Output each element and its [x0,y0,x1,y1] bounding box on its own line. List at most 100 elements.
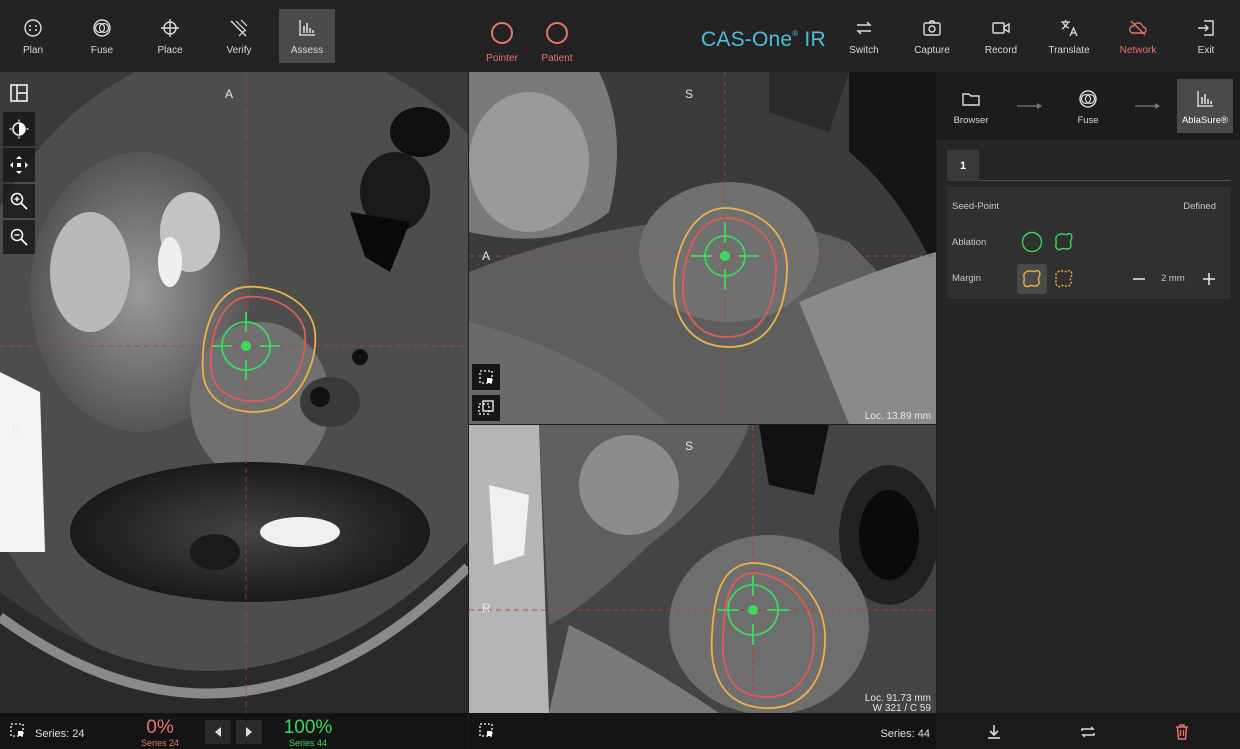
fuse-label: Fuse [90,45,114,56]
assess-chart-icon [1197,91,1213,107]
ablation-label: Ablation [952,237,987,248]
fuse-icon [1079,90,1097,108]
select-region-icon [479,723,493,737]
plan-button[interactable]: Plan [5,9,61,63]
assess-chart-icon [299,20,315,36]
trash-icon [1176,724,1188,740]
margin-increase-button[interactable] [1199,269,1219,289]
panel-footer [937,713,1240,749]
plus-icon [1203,273,1215,285]
translate-button[interactable]: Translate [1041,9,1097,63]
plan-icon [24,19,42,37]
workflow-fuse-button[interactable]: Fuse [1060,79,1116,133]
contour-dashed-icon [1055,269,1073,288]
fusion-next-button[interactable] [236,720,262,744]
brand-name: CAS-One [701,28,793,51]
pointer-button[interactable]: Pointer [472,22,532,64]
sagittal-orientation-left: A [482,249,491,263]
patient-status-icon [546,22,568,44]
assess-label: Assess [290,45,324,56]
repeat-button[interactable] [1077,721,1099,743]
axial-viewport[interactable]: A R [0,72,468,713]
workflow-arrow-icon [1135,103,1160,109]
workflow-ablasure-button[interactable]: AblaSure® [1177,79,1233,133]
network-button[interactable]: Network [1110,9,1166,63]
ablasure-panel: Browser Fuse AblaSure® 1 Seed-Point Defi… [937,72,1240,749]
capture-label: Capture [914,45,950,56]
fusion-left-percentage: 0% Series 24 [125,718,195,749]
zoom-out-tool-button[interactable] [3,220,35,254]
zoom-out-icon [10,228,28,246]
sagittal-viewport[interactable]: S A Loc. 13.89 mm [469,72,936,424]
delete-button[interactable] [1171,721,1193,743]
brand-suffix: IR [798,28,826,51]
verify-button[interactable]: Verify [211,9,267,63]
right-percentage-series: Series 44 [288,738,328,748]
sagittal-copy-tool[interactable] [472,395,500,421]
patient-label: Patient [541,53,573,64]
margin-label: Margin [952,273,982,284]
margin-dashed-toggle[interactable] [1049,264,1079,294]
exit-button[interactable]: Exit [1178,9,1234,63]
plan-label: Plan [22,45,43,56]
pointer-label: Pointer [486,53,518,64]
left-select-tool[interactable] [3,717,31,743]
sphere-outline-icon [1021,231,1043,253]
sagittal-ct-image [469,72,936,424]
triangle-left-icon [215,727,221,737]
zoom-in-tool-button[interactable] [3,184,35,218]
workflow-browser-button[interactable]: Browser [943,79,999,133]
folder-icon [962,93,980,106]
workflow-browser-label: Browser [953,115,989,126]
coronal-viewport[interactable]: S R Loc. 91.73 mm W 321 / C 59 [469,425,936,713]
window-level-tool-button[interactable] [3,112,35,146]
translate-label: Translate [1048,45,1090,56]
right-status-bar: Series: 44 [469,713,936,749]
verify-icon [230,19,248,37]
place-crosshair-icon [161,19,179,37]
margin-decrease-button[interactable] [1129,269,1149,289]
record-label: Record [984,45,1018,56]
switch-button[interactable]: Switch [836,9,892,63]
workflow-steps: Browser Fuse AblaSure® [937,72,1240,140]
workflow-fuse-label: Fuse [1077,115,1099,126]
move-arrows-icon [10,156,28,174]
place-button[interactable]: Place [142,9,198,63]
sagittal-orientation-top: S [685,87,694,101]
assess-button[interactable]: Assess [279,9,335,63]
capture-button[interactable]: Capture [904,9,960,63]
copy-region-icon [478,400,494,415]
patient-button[interactable]: Patient [527,22,587,64]
pointer-status-icon [491,22,513,44]
exit-label: Exit [1197,45,1215,56]
right-percentage-value: 100% [283,717,333,738]
fusion-right-percentage: 100% Series 44 [270,717,346,749]
network-label: Network [1119,45,1157,56]
record-button[interactable]: Record [973,9,1029,63]
download-icon [988,725,1000,739]
sagittal-select-tool[interactable] [472,364,500,390]
verify-label: Verify [226,45,252,56]
layout-tool-button[interactable] [3,76,35,110]
fusion-prev-button[interactable] [205,720,231,744]
layout-grid-icon [10,84,28,102]
contour-outline-icon [1023,269,1041,288]
fuse-button[interactable]: Fuse [74,9,130,63]
brand-mark: ® [792,29,799,38]
select-region-icon [479,370,493,384]
ablation-tab-1[interactable]: 1 [947,150,979,181]
coronal-orientation-top: S [685,439,694,453]
ablation-sphere-toggle[interactable] [1017,227,1047,257]
camera-icon [923,20,941,36]
coronal-select-tool[interactable] [472,717,500,743]
pan-tool-button[interactable] [3,148,35,182]
margin-filled-toggle[interactable] [1017,264,1047,294]
axial-orientation-top: A [225,87,234,101]
translate-icon [1061,20,1078,37]
ablation-contour-toggle[interactable] [1049,227,1079,257]
download-button[interactable] [983,721,1005,743]
axial-orientation-left: R [12,424,21,438]
zoom-in-icon [10,192,28,210]
view-tools [3,76,35,256]
left-series-label: Series: 24 [35,728,85,740]
